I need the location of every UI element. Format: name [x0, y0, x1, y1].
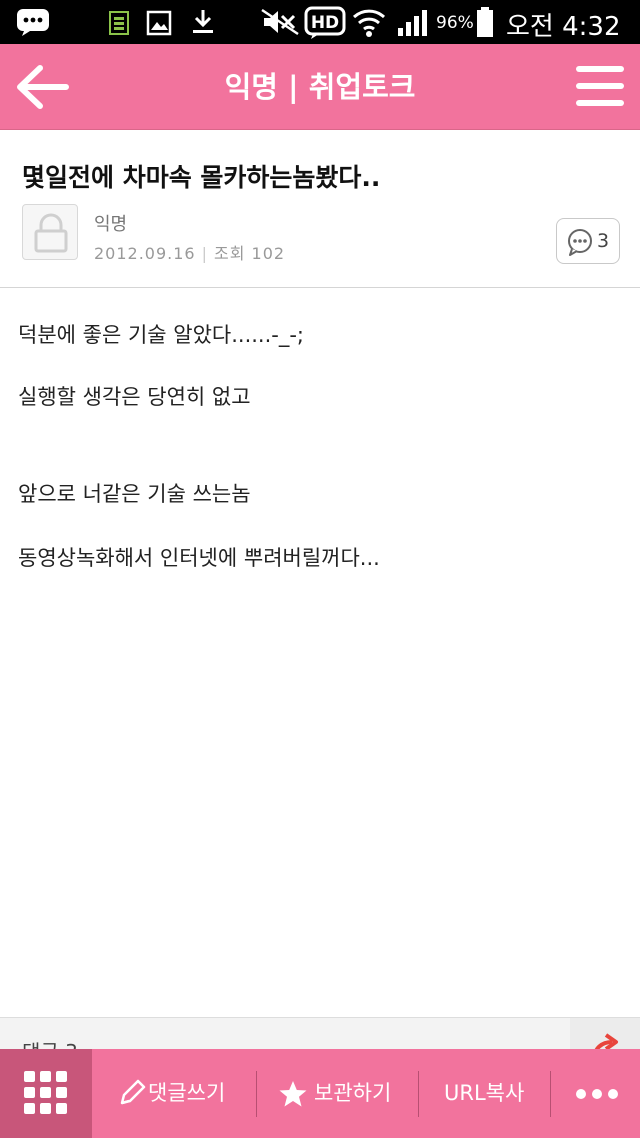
menu-button[interactable] [576, 64, 626, 110]
write-comment-label: 댓글쓰기 [148, 1081, 226, 1105]
share-button[interactable] [570, 1018, 640, 1049]
bottom-toolbar: 댓글쓰기 보관하기 URL복사 [0, 1049, 640, 1138]
comment-section-bar[interactable]: 댓글 3 [0, 1017, 640, 1049]
post-body: 덕분에 좋은 기술 알았다......-_-; 실행할 생각은 당연히 없고 앞… [0, 289, 640, 1017]
battery-icon [477, 7, 493, 37]
copy-url-button[interactable]: URL복사 [444, 1049, 544, 1138]
avatar [22, 204, 78, 260]
comment-section-label: 댓글 3 [22, 1036, 78, 1049]
post-meta: 2012.09.16 | 조회 102 [94, 244, 286, 263]
hd-icon: HD [304, 6, 346, 39]
download-icon [193, 10, 213, 33]
post-title: 몇일전에 차마속 몰카하는놈봤다.. [22, 163, 381, 192]
lock-icon [34, 213, 68, 253]
hamburger-icon [576, 66, 624, 72]
bookmark-button[interactable]: 보관하기 [276, 1049, 416, 1138]
star-icon [279, 1081, 307, 1107]
image-icon [146, 10, 172, 36]
speech-bubble-icon [568, 229, 592, 256]
mute-icon [261, 8, 299, 36]
sim-icon [109, 11, 129, 35]
body-line: 덕분에 좋은 기술 알았다......-_-; [18, 323, 305, 347]
bookmark-label: 보관하기 [314, 1081, 392, 1105]
back-button[interactable] [10, 56, 72, 118]
status-bar: HD 96% 오전 4:32 [0, 0, 640, 44]
clock: 오전 4:32 [506, 12, 621, 42]
back-arrow-icon [17, 65, 69, 109]
post-header: 몇일전에 차마속 몰카하는놈봤다.. 익명 2012.09.16 | 조회 102 … [0, 130, 640, 288]
comment-count: 3 [597, 230, 610, 252]
post-views: 조회 102 [214, 244, 286, 263]
app-header: 익명 | 취업토크 [0, 44, 640, 130]
pencil-icon [120, 1079, 146, 1105]
apps-grid-button[interactable] [0, 1049, 92, 1138]
more-options-button[interactable] [552, 1049, 640, 1138]
battery-percent: 96% [436, 13, 474, 33]
post-author: 익명 [94, 214, 128, 235]
chat-icon [17, 9, 49, 36]
body-line: 앞으로 너같은 기술 쓰는놈 [18, 482, 251, 506]
share-arrow-icon [594, 1033, 618, 1049]
signal-icon [398, 10, 427, 36]
comment-count-button[interactable]: 3 [556, 218, 620, 264]
page-title: 익명 | 취업토크 [224, 70, 416, 104]
body-line: 동영상녹화해서 인터넷에 뿌려버릴꺼다... [18, 546, 380, 570]
svg-text:HD: HD [311, 13, 339, 33]
wifi-icon [352, 9, 386, 37]
post-date: 2012.09.16 [94, 244, 196, 263]
body-line: 실행할 생각은 당연히 없고 [18, 385, 251, 409]
write-comment-button[interactable]: 댓글쓰기 [114, 1049, 254, 1138]
copy-url-label: URL복사 [444, 1081, 525, 1105]
